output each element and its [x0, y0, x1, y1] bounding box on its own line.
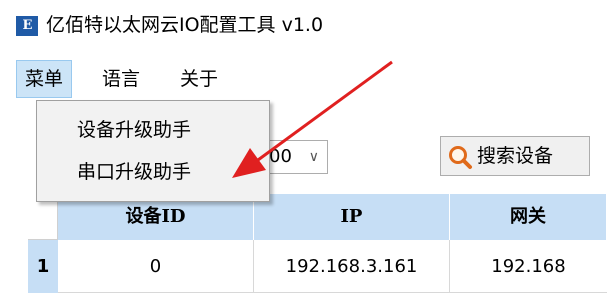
column-header-ip[interactable]: IP	[254, 194, 450, 240]
main-menu-dropdown: 设备升级助手 串口升级助手	[36, 100, 270, 202]
search-devices-label: 搜索设备	[477, 145, 554, 167]
search-devices-button[interactable]: 搜索设备	[440, 136, 590, 176]
menu-item-serial-upgrade[interactable]: 串口升级助手	[77, 155, 191, 189]
menu-about[interactable]: 关于	[172, 60, 226, 98]
table-cell-ip[interactable]: 192.168.3.161	[254, 240, 450, 293]
title-bar: E 亿佰特以太网云IO配置工具 v1.0	[0, 0, 607, 50]
menu-main[interactable]: 菜单	[16, 60, 73, 98]
row-header[interactable]: 1	[28, 240, 58, 293]
menu-about-label: 关于	[180, 68, 219, 90]
menu-language[interactable]: 语言	[94, 60, 148, 98]
menu-bar: 菜单 语言 关于	[0, 60, 607, 98]
app-logo-text: E	[22, 18, 33, 33]
window-title: 亿佰特以太网云IO配置工具 v1.0	[46, 14, 324, 36]
table-cell-device-id[interactable]: 0	[58, 240, 254, 293]
menu-item-device-upgrade[interactable]: 设备升级助手	[77, 113, 191, 147]
table-cell-gateway[interactable]: 192.168	[450, 240, 607, 293]
menu-main-label: 菜单	[25, 68, 64, 90]
menu-language-label: 语言	[102, 68, 141, 90]
column-header-gateway[interactable]: 网关	[450, 194, 607, 240]
app-logo-icon: E	[16, 16, 38, 36]
search-icon	[449, 146, 472, 169]
device-table: 设备ID IP 网关 1 0 192.168.3.161 192.168	[28, 194, 607, 293]
chevron-down-icon: ∨	[308, 149, 319, 165]
device-combo-value: 00	[269, 146, 292, 167]
